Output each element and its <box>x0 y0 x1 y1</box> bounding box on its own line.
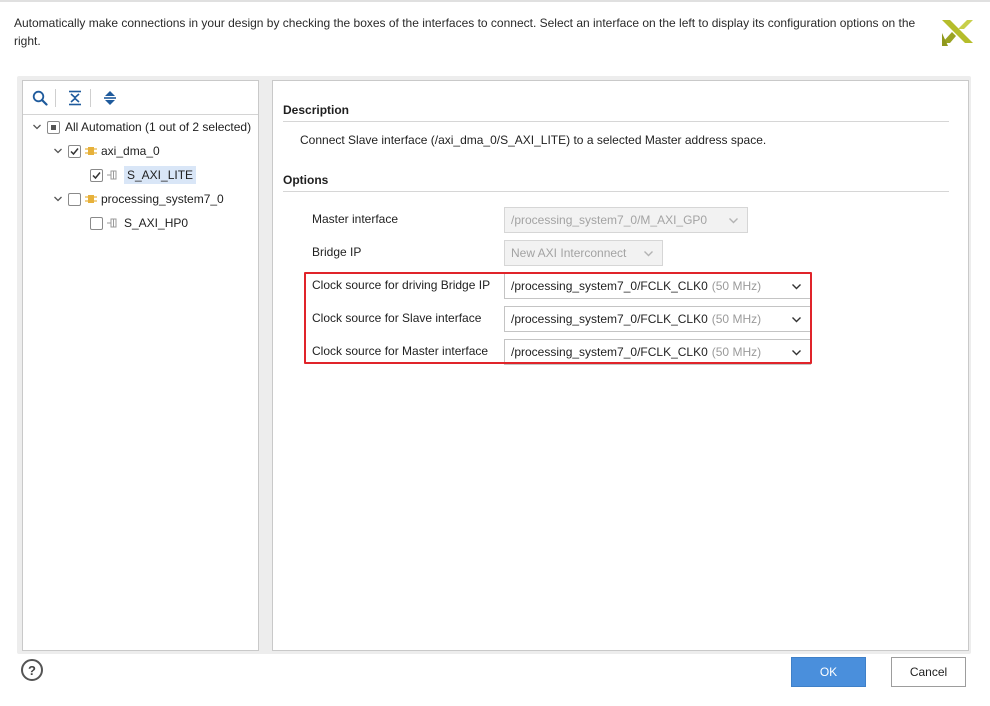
checkbox-checked[interactable] <box>68 144 81 158</box>
ip-block-icon <box>84 144 98 158</box>
checkbox-unchecked[interactable] <box>68 192 81 206</box>
master-interface-label: Master interface <box>312 212 399 226</box>
clock-options-highlight <box>304 272 812 364</box>
tree-item-label: S_AXI_HP0 <box>124 216 189 230</box>
tree-item-all-automation[interactable]: All Automation (1 out of 2 selected) <box>31 116 251 138</box>
tree-item-axi-dma-0[interactable]: axi_dma_0 <box>52 140 160 162</box>
checkbox-unchecked[interactable] <box>90 216 103 230</box>
select-value: /processing_system7_0/M_AXI_GP0 <box>511 213 708 227</box>
tree-item-label: processing_system7_0 <box>101 192 224 206</box>
collapse-all-icon[interactable] <box>65 88 85 108</box>
tree-toolbar <box>23 81 258 115</box>
expand-all-icon[interactable] <box>100 88 120 108</box>
search-icon[interactable] <box>30 88 50 108</box>
cancel-button[interactable]: Cancel <box>891 657 966 687</box>
tree-item-processing-system7-0[interactable]: processing_system7_0 <box>52 188 224 210</box>
configuration-panel: Description Connect Slave interface (/ax… <box>272 80 969 651</box>
interface-pin-icon <box>106 168 120 182</box>
tree-item-s-axi-hp0[interactable]: S_AXI_HP0 <box>90 212 188 234</box>
interface-pin-icon <box>106 216 120 230</box>
bridge-ip-label: Bridge IP <box>312 245 362 259</box>
chevron-down-icon[interactable] <box>52 145 64 157</box>
master-interface-select[interactable]: /processing_system7_0/M_AXI_GP0 <box>504 207 748 233</box>
chevron-down-icon <box>728 215 739 229</box>
help-button[interactable]: ? <box>21 659 43 681</box>
checkbox-checked[interactable] <box>90 168 103 182</box>
instructions-text: Automatically make connections in your d… <box>14 16 916 48</box>
select-value: New AXI Interconnect <box>511 246 627 260</box>
toolbar-separator <box>90 89 91 107</box>
ok-button[interactable]: OK <box>791 657 866 687</box>
bridge-ip-select[interactable]: New AXI Interconnect <box>504 240 663 266</box>
tree-item-label: S_AXI_LITE <box>124 166 197 184</box>
description-text: Connect Slave interface (/axi_dma_0/S_AX… <box>300 133 767 147</box>
ip-block-icon <box>84 192 98 206</box>
description-heading: Description <box>283 103 949 122</box>
top-border <box>0 0 990 2</box>
xilinx-logo <box>939 16 975 50</box>
chevron-down-icon[interactable] <box>31 121 43 133</box>
options-heading: Options <box>283 173 949 192</box>
tree-item-s-axi-lite[interactable]: S_AXI_LITE <box>90 164 197 186</box>
tree-item-label: All Automation (1 out of 2 selected) <box>65 120 252 134</box>
interface-tree-panel: All Automation (1 out of 2 selected) axi… <box>22 80 259 651</box>
toolbar-separator <box>55 89 56 107</box>
chevron-down-icon <box>643 248 654 262</box>
checkbox-partial[interactable] <box>47 120 60 134</box>
chevron-down-icon[interactable] <box>52 193 64 205</box>
tree-item-label: axi_dma_0 <box>101 144 160 158</box>
